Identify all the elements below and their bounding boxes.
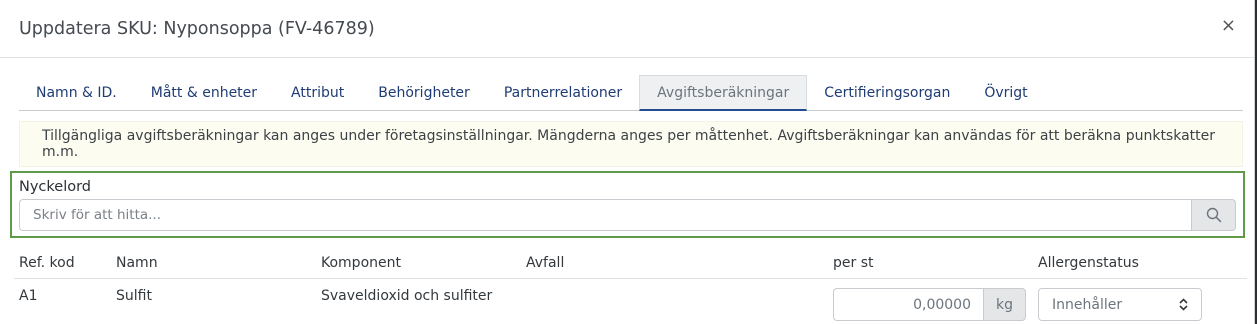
allergen-status-value: Innehåller (1052, 296, 1123, 313)
search-label: Nyckelord (19, 179, 92, 195)
update-sku-dialog: Uppdatera SKU: Nyponsoppa (FV-46789) × N… (0, 0, 1255, 324)
column-header-name: Namn (116, 255, 158, 271)
table-row: A1 Sulfit Svaveldioxid och sulfiter kg I… (14, 279, 1247, 324)
cell-name: Sulfit (116, 288, 152, 304)
tab-permissions[interactable]: Behörigheter (361, 75, 487, 111)
column-header-component: Komponent (321, 255, 401, 271)
search-row (19, 199, 1236, 231)
cell-quantity: kg (833, 279, 1038, 321)
table-header-row: Ref. kod Namn Komponent Avfall per st Al… (14, 248, 1247, 279)
quantity-input-group: kg (833, 288, 1026, 321)
close-button[interactable]: × (1221, 17, 1236, 35)
tab-partner-relations[interactable]: Partnerrelationer (487, 75, 639, 111)
column-header-ref: Ref. kod (19, 255, 75, 271)
column-header-per-st: per st (833, 255, 874, 271)
unit-addon: kg (984, 288, 1026, 321)
tab-certification-bodies[interactable]: Certifieringsorgan (807, 75, 967, 111)
dialog-header: Uppdatera SKU: Nyponsoppa (FV-46789) × (0, 0, 1254, 58)
info-alert: Tillgängliga avgiftsberäkningar kan ange… (19, 121, 1243, 167)
cell-component: Svaveldioxid och sulfiter (321, 288, 493, 304)
fee-table: Ref. kod Namn Komponent Avfall per st Al… (14, 248, 1247, 324)
tab-other[interactable]: Övrigt (967, 75, 1044, 111)
tab-fee-calculations[interactable]: Avgiftsberäkningar (639, 75, 808, 111)
search-icon (1206, 207, 1221, 223)
column-header-waste: Avfall (526, 255, 565, 271)
keyword-search-group: Nyckelord (10, 171, 1245, 238)
tab-attributes[interactable]: Attribut (274, 75, 361, 111)
dialog-body: Namn & ID. Mått & enheter Attribut Behör… (0, 58, 1254, 324)
search-button[interactable] (1191, 199, 1236, 231)
info-text: Tillgängliga avgiftsberäkningar kan ange… (42, 128, 1216, 160)
cell-allergen-status: Innehåller (1038, 279, 1247, 321)
tab-name-id[interactable]: Namn & ID. (19, 75, 134, 111)
quantity-input[interactable] (833, 288, 984, 321)
search-input[interactable] (19, 199, 1191, 231)
select-arrows-icon (1179, 298, 1188, 311)
allergen-status-select[interactable]: Innehåller (1038, 288, 1202, 321)
cell-waste (526, 279, 833, 288)
column-header-allergen-status: Allergenstatus (1038, 255, 1139, 271)
tab-dimensions-units[interactable]: Mått & enheter (134, 75, 274, 111)
tab-bar: Namn & ID. Mått & enheter Attribut Behör… (19, 75, 1243, 111)
dialog-title: Uppdatera SKU: Nyponsoppa (FV-46789) (19, 18, 375, 39)
cell-ref: A1 (19, 288, 38, 304)
